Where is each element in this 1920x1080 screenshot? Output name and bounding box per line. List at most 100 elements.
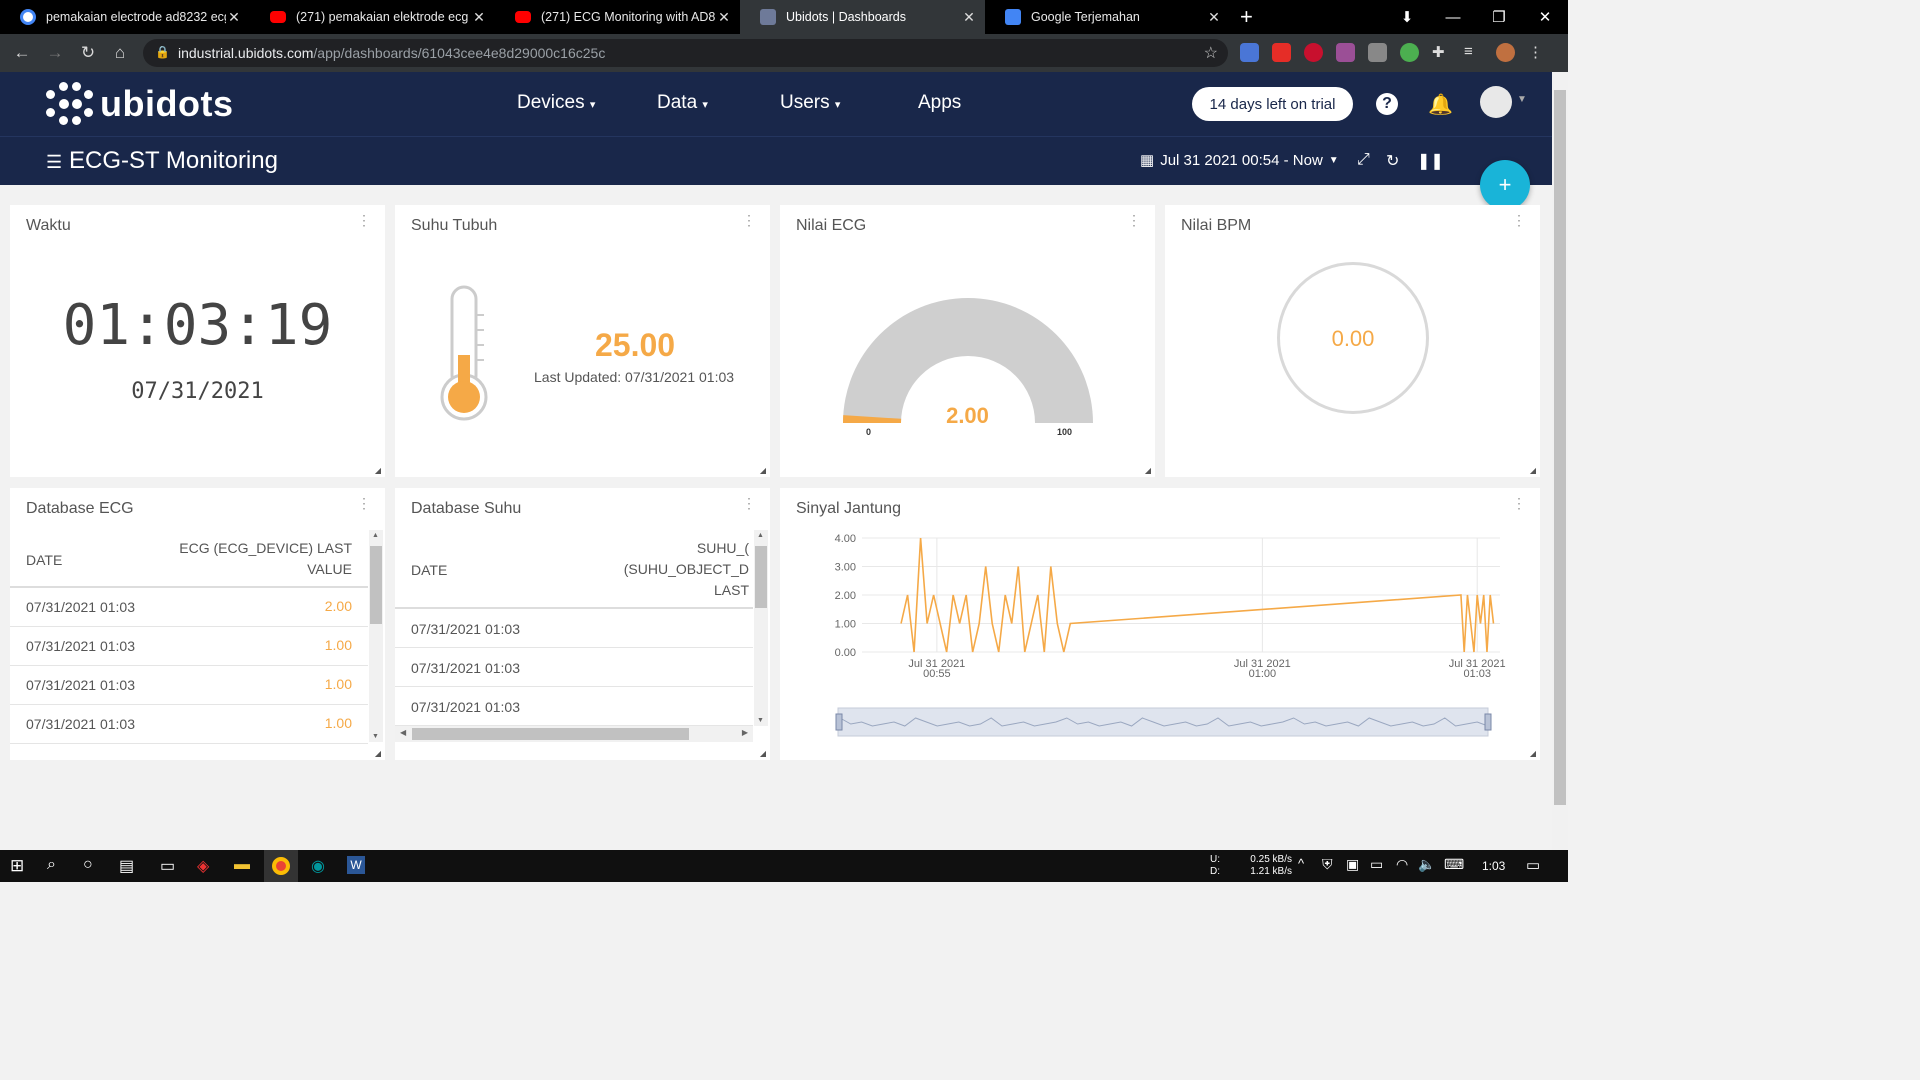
resize-handle[interactable]: ◢ xyxy=(1145,466,1151,475)
lock-icon[interactable]: 🔒 xyxy=(155,45,170,59)
close-tab-icon[interactable]: ✕ xyxy=(226,9,242,26)
taskbar-clock[interactable]: 1:03 xyxy=(1482,859,1505,873)
nav-devices[interactable]: Devices ▾ xyxy=(517,92,595,114)
video-extension-icon[interactable] xyxy=(1272,43,1291,62)
extension-icons: ✚ ≡ ⋮ xyxy=(1240,43,1543,62)
resize-handle[interactable]: ◢ xyxy=(760,466,766,475)
restore-button[interactable]: ❐ xyxy=(1476,8,1522,26)
extension-icon[interactable] xyxy=(1336,43,1355,62)
bookmark-star-icon[interactable]: ☆ xyxy=(1204,43,1218,63)
chevron-down-icon[interactable]: ▼ xyxy=(1517,94,1527,105)
close-tab-icon[interactable]: ✕ xyxy=(961,9,977,26)
forward-arrow-icon[interactable]: → xyxy=(45,43,65,63)
search-icon[interactable]: ⌕ xyxy=(47,856,56,874)
extension-icon[interactable] xyxy=(1368,43,1387,62)
volume-icon[interactable]: 🔈 xyxy=(1418,856,1435,873)
nav-users[interactable]: Users ▾ xyxy=(780,92,840,114)
chevron-up-icon[interactable]: ^ xyxy=(1298,856,1304,871)
extension-icon[interactable] xyxy=(1400,43,1419,62)
close-tab-icon[interactable]: ✕ xyxy=(471,9,487,26)
resize-handle[interactable]: ◢ xyxy=(375,466,381,475)
close-tab-icon[interactable]: ✕ xyxy=(1206,9,1222,26)
reload-icon[interactable]: ↻ xyxy=(78,43,98,63)
task-view-icon[interactable]: ▤ xyxy=(119,856,134,876)
browser-tab[interactable]: (271) ECG Monitoring with AD82 ✕ xyxy=(495,0,740,34)
table-row[interactable]: 07/31/2021 01:03 xyxy=(395,648,753,687)
browser-tab[interactable]: (271) pemakaian elektrode ecg a ✕ xyxy=(250,0,495,34)
column-header-date[interactable]: DATE xyxy=(26,552,62,568)
widget-menu-icon[interactable]: ⋮ xyxy=(1127,213,1141,227)
widget-nilai-bpm: Nilai BPM ⋮ 0.00 ◢ xyxy=(1165,205,1540,477)
profile-menu-icon[interactable]: ⬇ xyxy=(1384,8,1430,26)
widget-menu-icon[interactable]: ⋮ xyxy=(1512,213,1526,227)
table-row[interactable]: 07/31/2021 01:03 xyxy=(395,609,753,648)
column-header-value[interactable]: SUHU_( xyxy=(697,540,749,556)
add-widget-button[interactable]: + xyxy=(1480,160,1530,210)
refresh-icon[interactable]: ↻ xyxy=(1386,151,1399,171)
widget-menu-icon[interactable]: ⋮ xyxy=(357,496,371,510)
pause-icon[interactable]: ❚❚ xyxy=(1417,151,1444,171)
usb-icon[interactable]: ▣ xyxy=(1346,856,1359,873)
wifi-icon[interactable]: ◠ xyxy=(1396,856,1408,873)
table-horizontal-scrollbar[interactable]: ◀ ▶ xyxy=(395,726,753,742)
word-icon[interactable]: W xyxy=(347,856,365,874)
page-scrollbar[interactable] xyxy=(1552,72,1568,850)
resize-handle[interactable]: ◢ xyxy=(375,749,381,758)
date-range-picker[interactable]: ▦ Jul 31 2021 00:54 - Now ▼ xyxy=(1140,151,1339,170)
table-row[interactable]: 07/31/2021 01:03 1.00 xyxy=(10,627,368,666)
puzzle-icon[interactable]: ✚ xyxy=(1432,43,1451,62)
keyboard-icon[interactable]: ⌨ xyxy=(1444,856,1464,873)
translate-extension-icon[interactable] xyxy=(1240,43,1259,62)
media-icon[interactable]: ≡ xyxy=(1464,43,1483,62)
close-tab-icon[interactable]: ✕ xyxy=(716,9,732,26)
table-row[interactable]: 07/31/2021 01:03 2.00 xyxy=(10,588,368,627)
column-header-date[interactable]: DATE xyxy=(411,562,447,578)
browser-tab-active[interactable]: Ubidots | Dashboards ✕ xyxy=(740,0,985,34)
table-scrollbar[interactable]: ▲ ▼ xyxy=(369,530,383,742)
y-tick-label: 3.00 xyxy=(835,562,856,574)
line-chart[interactable]: 4.003.002.001.000.00Jul 31 202100:55Jul … xyxy=(780,488,1540,760)
table-row[interactable]: 07/31/2021 01:03 1.00 xyxy=(10,705,368,744)
kebab-menu-icon[interactable]: ⋮ xyxy=(1528,43,1543,62)
home-icon[interactable]: ⌂ xyxy=(110,43,130,63)
widget-title: Nilai BPM xyxy=(1181,217,1252,234)
ubidots-logo[interactable]: ubidots xyxy=(46,82,233,126)
help-icon[interactable]: ? xyxy=(1376,93,1398,115)
resize-handle[interactable]: ◢ xyxy=(1530,466,1536,475)
minimize-button[interactable]: — xyxy=(1430,9,1476,26)
column-header-value[interactable]: ECG (ECG_DEVICE) LAST xyxy=(179,540,352,556)
trial-badge[interactable]: 14 days left on trial xyxy=(1192,87,1353,121)
widget-menu-icon[interactable]: ⋮ xyxy=(742,496,756,510)
menu-icon[interactable]: ☰ xyxy=(46,152,62,173)
resize-handle[interactable]: ◢ xyxy=(1530,749,1536,758)
table-vertical-scrollbar[interactable]: ▲ ▼ xyxy=(754,530,768,726)
bell-icon[interactable]: 🔔 xyxy=(1428,92,1453,117)
url-input[interactable]: 🔒 industrial.ubidots.com/app/dashboards/… xyxy=(143,39,1228,67)
resize-handle[interactable]: ◢ xyxy=(760,749,766,758)
nav-data[interactable]: Data ▾ xyxy=(657,92,708,114)
table-row[interactable]: 07/31/2021 01:03 xyxy=(395,687,753,726)
app-icon[interactable]: ◈ xyxy=(197,856,209,876)
avatar[interactable] xyxy=(1496,43,1515,62)
fullscreen-icon[interactable]: ⤢ xyxy=(1357,151,1370,169)
battery-icon[interactable]: ▭ xyxy=(1370,856,1383,873)
table-row[interactable]: 07/31/2021 01:03 1.00 xyxy=(10,666,368,705)
browser-tab[interactable]: Google Terjemahan ✕ xyxy=(985,0,1230,34)
app-icon[interactable]: ▭ xyxy=(160,856,175,876)
file-explorer-icon[interactable]: ▬ xyxy=(234,856,250,874)
widget-menu-icon[interactable]: ⋮ xyxy=(742,213,756,227)
back-arrow-icon[interactable]: ← xyxy=(12,43,32,63)
security-icon[interactable]: ⛨ xyxy=(1322,856,1333,873)
nav-apps[interactable]: Apps xyxy=(918,92,961,114)
new-tab-button[interactable]: + xyxy=(1240,4,1253,30)
cortana-icon[interactable]: ○ xyxy=(83,856,93,874)
arduino-icon[interactable]: ◉ xyxy=(311,856,325,876)
browser-tab[interactable]: pemakaian electrode ad8232 ecg ✕ xyxy=(0,0,250,34)
adblock-icon[interactable] xyxy=(1304,43,1323,62)
widget-menu-icon[interactable]: ⋮ xyxy=(357,213,371,227)
close-window-button[interactable]: ✕ xyxy=(1522,8,1568,26)
chrome-taskbar-icon[interactable] xyxy=(264,850,298,882)
notifications-icon[interactable]: ▭ xyxy=(1526,856,1540,874)
avatar[interactable] xyxy=(1480,86,1512,118)
windows-start-icon[interactable]: ⊞ xyxy=(10,856,24,876)
